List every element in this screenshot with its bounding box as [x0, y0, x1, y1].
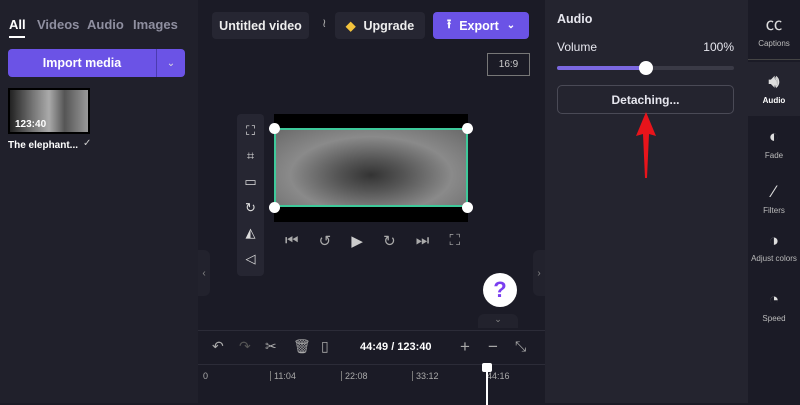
rail-label: Speed [762, 314, 786, 323]
expand-timeline-button[interactable]: ⌄ [478, 314, 518, 328]
play-icon[interactable]: ▶ [351, 232, 363, 250]
media-duration: 123:40 [15, 119, 47, 130]
audio-panel: Audio Volume 100% Detaching... [545, 0, 748, 403]
timecode: 44:49 / 123:40 [360, 340, 432, 353]
rail-label: Filters [763, 206, 785, 215]
properties-rail: ㏄ Captions 🔊︎ Audio ◐ Fade ⁄ Filters ◑ Adjust… [748, 0, 800, 403]
chevron-down-icon[interactable]: ⌄ [157, 49, 185, 77]
volume-value: 100% [703, 40, 734, 54]
rail-label: Captions [758, 39, 790, 48]
speedometer-icon: ◔ [768, 290, 780, 309]
undo-icon[interactable]: ↶ [212, 338, 224, 355]
rail-filters[interactable]: ⁄ Filters [748, 182, 800, 215]
captions-icon: ㏄ [765, 15, 783, 34]
diamond-icon: ◆ [345, 19, 356, 33]
zoom-out-icon[interactable]: − [488, 337, 498, 357]
collapse-right-button[interactable]: › [533, 250, 545, 296]
chevron-down-icon: ⌄ [506, 20, 516, 31]
rail-label: Adjust colors [751, 254, 797, 263]
contrast-icon: ◑ [768, 231, 780, 250]
timeline-toolbar: ↶ ↷ ✂ 🗑 ▯ 44:49 / 123:40 + − ⤡ [198, 331, 545, 362]
resize-handle[interactable] [269, 202, 280, 213]
magic-wand-icon: ⁄ [772, 182, 776, 201]
fit-timeline-icon[interactable]: ⤡ [515, 338, 526, 355]
active-tab-underline [9, 36, 25, 38]
skip-back-icon[interactable]: ⏮ [285, 232, 299, 250]
media-panel: All Videos Audio Images Import media ⌄ 1… [0, 0, 198, 403]
crop-icon[interactable]: ⌗ [247, 148, 254, 164]
playhead-handle[interactable] [482, 363, 492, 372]
fullscreen-icon[interactable]: ⛶ [449, 232, 460, 250]
export-label: Export [459, 18, 499, 33]
tick-label: 11:04 [270, 371, 296, 381]
rail-label: Audio [762, 96, 786, 105]
aspect-ratio-button[interactable]: 16:9 [487, 53, 530, 76]
cut-icon[interactable]: ✂ [265, 338, 277, 355]
red-arrow-annotation [636, 112, 656, 178]
export-button[interactable]: ⭱ Export ⌄ [433, 12, 529, 39]
rail-label: Fade [764, 151, 784, 160]
rail-speed[interactable]: ◔ Speed [748, 290, 800, 323]
help-button[interactable]: ? [483, 273, 517, 307]
flip-vertical-icon[interactable]: ◁ [246, 251, 256, 267]
playback-controls: ⏮ ↺ ▶ ↻ ⏭ ⛶ [285, 232, 460, 250]
redo-icon[interactable]: ↷ [239, 338, 251, 355]
volume-slider[interactable] [557, 61, 734, 75]
rail-fade[interactable]: ◐ Fade [748, 127, 800, 160]
fit-icon[interactable]: ⛶ [246, 123, 255, 139]
timeline-ruler[interactable]: 0 11:04 22:08 33:12 44:16 [198, 363, 545, 405]
video-title[interactable]: Untitled video [212, 12, 309, 39]
upload-icon: ⭱ [446, 17, 452, 31]
flip-horizontal-icon[interactable]: ◭ [246, 225, 256, 241]
resize-handle[interactable] [269, 123, 280, 134]
tick-label: 0 [203, 371, 209, 381]
pip-icon[interactable]: ▭ [244, 174, 256, 190]
sync-icon: ≀ [322, 16, 327, 30]
volume-slider-thumb[interactable] [639, 61, 653, 75]
fade-icon: ◐ [768, 127, 780, 146]
upgrade-button[interactable]: ◆ Upgrade [335, 12, 425, 39]
collapse-left-button[interactable]: ‹ [198, 250, 210, 296]
rewind-5-icon[interactable]: ↺ [319, 232, 332, 250]
tab-all[interactable]: All [9, 17, 26, 32]
zoom-in-icon[interactable]: + [460, 337, 470, 357]
resize-handle[interactable] [462, 202, 473, 213]
tab-videos[interactable]: Videos [37, 17, 79, 32]
tick-label: 33:12 [412, 371, 439, 381]
detach-icon[interactable]: ▯ [321, 338, 329, 355]
upgrade-label: Upgrade [363, 18, 415, 33]
rail-audio[interactable]: 🔊︎ Audio [748, 62, 800, 116]
preview-toolbar: ⛶ ⌗ ▭ ↻ ◭ ◁ [237, 114, 264, 276]
media-thumbnail[interactable]: 123:40 [8, 88, 90, 134]
tab-audio[interactable]: Audio [87, 17, 124, 32]
check-icon: ✓ [83, 138, 92, 149]
rotate-icon[interactable]: ↻ [245, 200, 256, 216]
rail-captions[interactable]: ㏄ Captions [748, 10, 800, 60]
rail-adjust-colors[interactable]: ◑ Adjust colors [748, 232, 800, 264]
panel-title: Audio [557, 12, 593, 26]
tick-label: 22:08 [341, 371, 368, 381]
tab-images[interactable]: Images [133, 17, 178, 32]
resize-handle[interactable] [462, 123, 473, 134]
skip-forward-icon[interactable]: ⏭ [416, 232, 430, 250]
forward-5-icon[interactable]: ↻ [383, 232, 396, 250]
timeline: ↶ ↷ ✂ 🗑 ▯ 44:49 / 123:40 + − ⤡ 0 11:04 2… [198, 330, 545, 405]
selected-clip-frame[interactable] [274, 128, 468, 207]
import-media-button-group: Import media ⌄ [8, 49, 185, 77]
import-media-button[interactable]: Import media [8, 49, 157, 77]
delete-icon[interactable]: 🗑 [293, 338, 311, 355]
volume-label: Volume [557, 40, 598, 54]
speaker-icon: 🔊︎ [768, 72, 780, 91]
media-title: The elephant... [8, 140, 79, 151]
video-preview[interactable] [269, 114, 473, 222]
